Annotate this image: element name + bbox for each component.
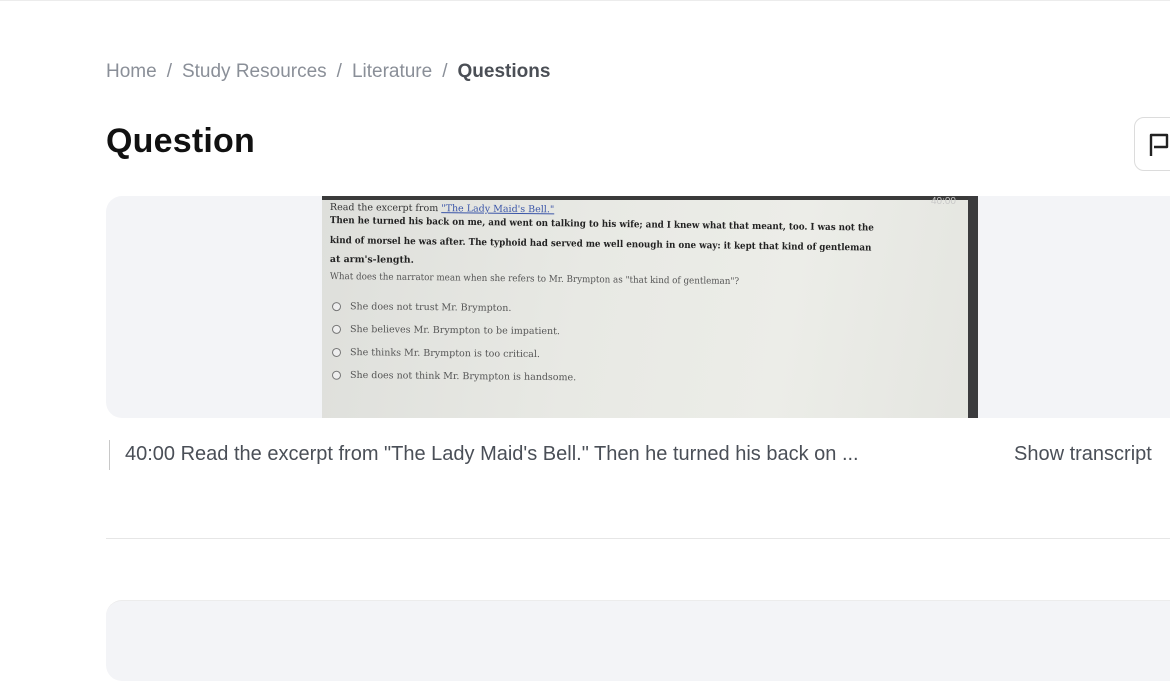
transcript-row: 40:00 Read the excerpt from "The Lady Ma… [106,438,1170,472]
photo-line-1: Read the excerpt from "The Lady Maid's B… [330,202,554,215]
show-transcript-button[interactable]: Show transcript [1014,443,1152,466]
top-border [0,0,1170,1]
transcript-accent-bar [109,440,110,470]
photo-line-3: kind of morsel he was after. The typhoid… [329,235,872,254]
breadcrumb-home[interactable]: Home [106,61,157,83]
breadcrumb-separator: / [442,61,448,82]
breadcrumb-study-resources[interactable]: Study Resources [182,61,327,83]
photo-line-1-prefix: Read the excerpt from [329,202,439,215]
photo-line-2: Then he turned his back on me, and went … [329,215,874,234]
photo-option-label: She does not trust Mr. Brympton. [349,301,512,314]
section-divider [106,538,1170,539]
radio-icon [331,370,342,380]
photo-top-edge [322,196,978,200]
breadcrumb-current: Questions [457,61,551,82]
photo-right-edge [968,196,978,418]
breadcrumb: Home / Study Resources / Literature / Qu… [106,60,550,84]
transcript-preview: 40:00 Read the excerpt from "The Lady Ma… [125,443,859,465]
photo-option: She does not think Mr. Brympton is hands… [331,369,577,384]
photo-line-4: at arm's-length. [329,254,414,266]
answer-card [106,600,1170,681]
photo-option-label: She believes Mr. Brympton to be impatien… [349,323,561,338]
photo-question: What does the narrator mean when she ref… [329,271,740,287]
photo-timer: 40:00 [930,196,956,207]
question-media-card: 40:00 Read the excerpt from "The Lady Ma… [106,196,1170,418]
breadcrumb-literature[interactable]: Literature [352,61,432,83]
photo-option-label: She thinks Mr. Brympton is too critical. [349,347,541,361]
breadcrumb-separator: / [336,61,342,82]
page-title: Question [106,122,255,160]
photo-option: She believes Mr. Brympton to be impatien… [331,323,561,338]
report-button[interactable] [1134,117,1170,171]
radio-icon [331,302,342,312]
photo-story-link: "The Lady Maid's Bell." [441,203,555,216]
radio-icon [331,347,342,358]
breadcrumb-separator: / [166,61,172,82]
photo-option: She thinks Mr. Brympton is too critical. [331,347,541,361]
radio-icon [331,324,342,334]
photo-option: She does not trust Mr. Brympton. [331,301,512,314]
photo-option-label: She does not think Mr. Brympton is hands… [349,369,577,384]
question-image[interactable]: 40:00 Read the excerpt from "The Lady Ma… [322,196,978,418]
